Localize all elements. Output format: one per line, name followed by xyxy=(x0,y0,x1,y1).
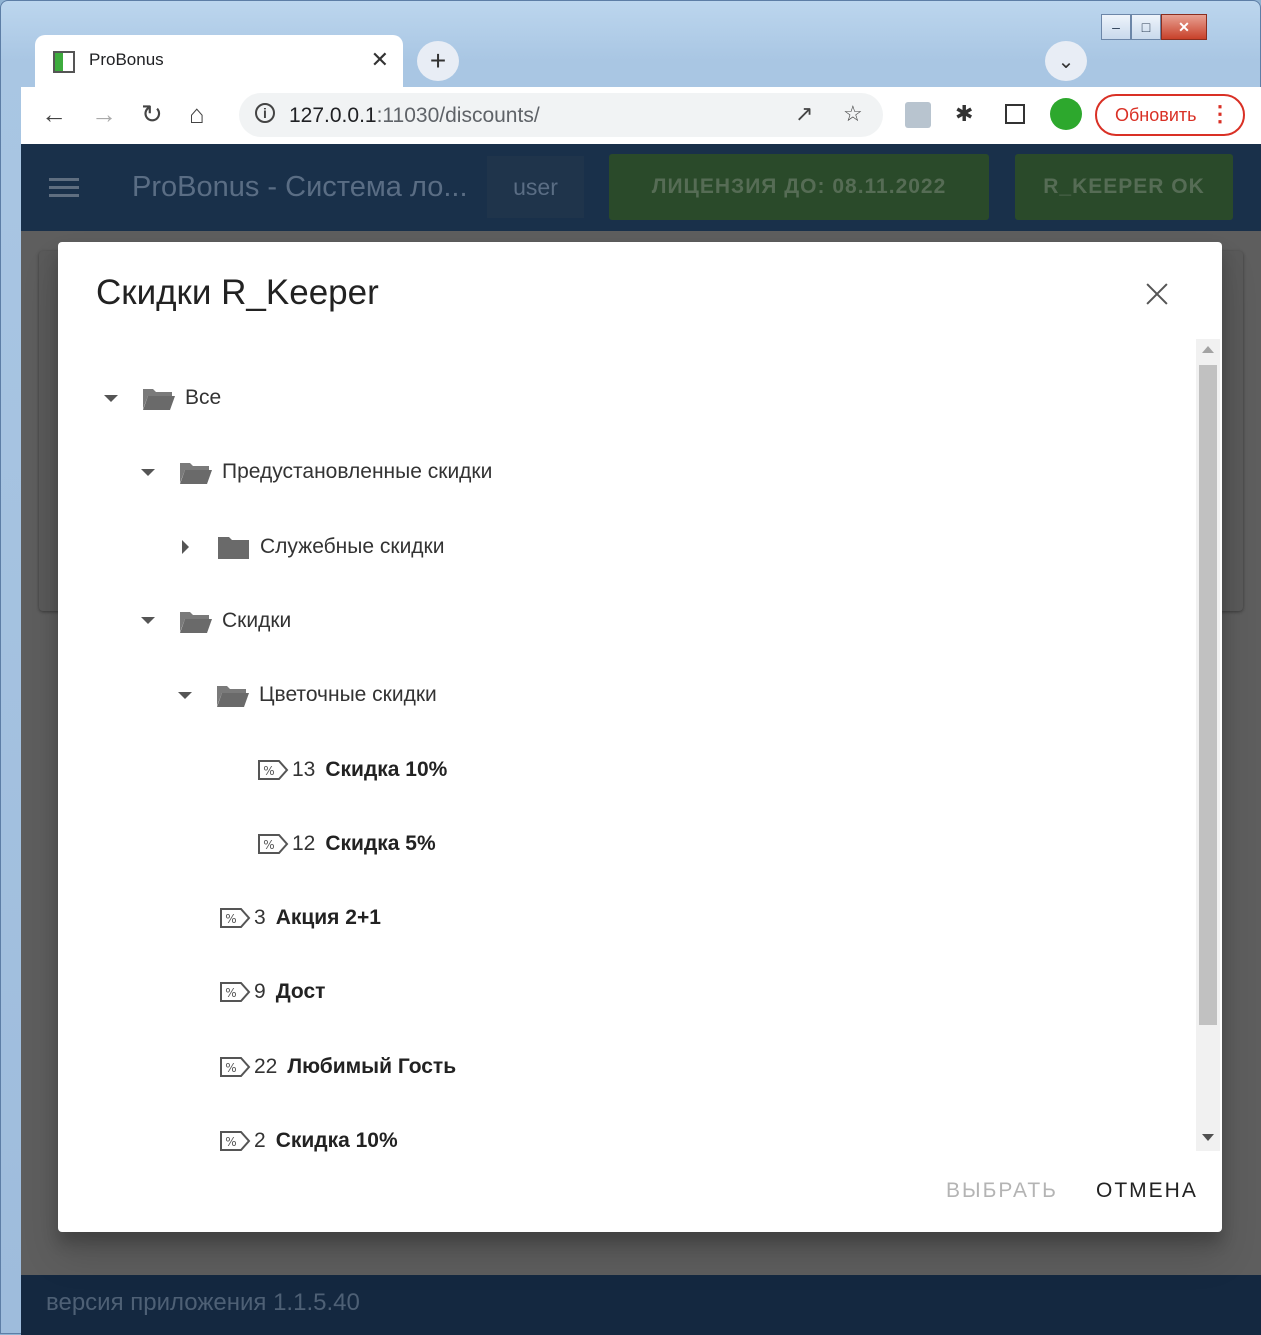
scrollbar-thumb[interactable] xyxy=(1199,365,1217,1025)
discount-code: 3 xyxy=(254,906,266,930)
caret-down-icon[interactable] xyxy=(104,394,118,402)
tree-discount[interactable]: % 9 Дост xyxy=(219,972,325,1012)
discount-code: 13 xyxy=(292,757,316,781)
folder-open-icon xyxy=(142,385,175,411)
address-bar[interactable]: i 127.0.0.1:11030/discounts/ ↗ ☆ xyxy=(239,93,883,137)
tree-discount[interactable]: % 3 Акция 2+1 xyxy=(219,898,381,938)
tree-folder[interactable]: Все xyxy=(104,378,221,418)
app-footer: версия приложения 1.1.5.40 xyxy=(21,1275,1261,1335)
discount-code: 12 xyxy=(292,831,316,855)
window-close-button[interactable]: ✕ xyxy=(1161,14,1207,40)
profile-extension-icon[interactable] xyxy=(905,102,931,128)
svg-text:%: % xyxy=(225,912,236,926)
discount-icon: % xyxy=(219,980,251,1004)
discount-name: Акция 2+1 xyxy=(275,906,381,930)
tree-discount[interactable]: % 22 Любимый Гость xyxy=(219,1047,456,1087)
svg-text:%: % xyxy=(225,1061,236,1075)
caret-down-icon[interactable] xyxy=(141,617,155,625)
discount-code: 22 xyxy=(254,1054,278,1078)
bookmark-star-icon[interactable]: ☆ xyxy=(843,101,863,127)
maximize-button[interactable]: □ xyxy=(1131,14,1161,40)
discounts-dialog: Скидки R_Keeper Все Предустановленные ски… xyxy=(58,242,1222,1232)
svg-text:%: % xyxy=(225,986,236,1000)
new-tab-button[interactable]: + xyxy=(417,41,459,81)
tree-folder[interactable]: Цветочные скидки xyxy=(178,675,437,715)
svg-text:%: % xyxy=(263,838,274,852)
tab-title: ProBonus xyxy=(89,50,164,69)
browser-window: – □ ✕ ProBonus ✕ + ⌄ ← → ↻ ⌂ i 127.0.0.1… xyxy=(0,0,1261,1335)
caret-down-icon[interactable] xyxy=(178,691,192,699)
discount-name: Скидка 10% xyxy=(275,1129,398,1152)
folder-label: Цветочные скидки xyxy=(259,683,437,707)
caret-down-icon[interactable] xyxy=(141,468,155,476)
back-icon[interactable]: ← xyxy=(41,99,67,129)
discount-name: Скидка 10% xyxy=(325,757,448,781)
discount-icon: % xyxy=(257,758,289,782)
app-bar: ProBonus - Система ло... user ЛИЦЕНЗИЯ Д… xyxy=(21,144,1261,231)
forward-icon[interactable]: → xyxy=(91,99,117,129)
app-title: ProBonus - Система ло... xyxy=(132,171,468,203)
discount-code: 2 xyxy=(254,1129,266,1152)
caret-right-icon[interactable] xyxy=(182,539,189,554)
update-label: Обновить xyxy=(1115,105,1197,125)
site-info-icon[interactable]: i xyxy=(255,103,275,123)
share-icon[interactable]: ↗ xyxy=(795,101,813,127)
discount-icon: % xyxy=(257,832,289,856)
discount-name: Любимый Гость xyxy=(287,1054,457,1078)
svg-text:%: % xyxy=(225,1135,236,1149)
url-text: 127.0.0.1:11030/discounts/ xyxy=(289,104,540,128)
browser-tab[interactable]: ProBonus ✕ xyxy=(35,35,403,87)
rkeeper-status-badge[interactable]: R_KEEPER OK xyxy=(1015,154,1233,220)
favicon-icon xyxy=(53,51,75,73)
discount-code: 9 xyxy=(254,980,266,1004)
kebab-menu-icon: ⋮ xyxy=(1209,101,1231,126)
discount-icon: % xyxy=(219,906,251,930)
url-path: :11030/discounts/ xyxy=(376,104,540,127)
license-badge[interactable]: ЛИЦЕНЗИЯ ДО: 08.11.2022 xyxy=(609,154,989,220)
discount-name: Дост xyxy=(275,980,326,1004)
tree-discount[interactable]: % 12 Скидка 5% xyxy=(257,824,436,864)
folder-label: Служебные скидки xyxy=(260,534,445,558)
home-icon[interactable]: ⌂ xyxy=(189,99,205,129)
menu-icon[interactable] xyxy=(49,178,79,202)
folder-open-icon xyxy=(179,608,212,634)
reload-icon[interactable]: ↻ xyxy=(141,99,163,129)
cancel-button[interactable]: ОТМЕНА xyxy=(1096,1179,1198,1203)
tree-folder[interactable]: Скидки xyxy=(141,601,291,641)
select-button[interactable]: ВЫБРАТЬ xyxy=(946,1179,1058,1203)
window-controls: – □ ✕ xyxy=(1101,14,1207,44)
extensions-puzzle-icon[interactable]: ✱ xyxy=(955,101,973,127)
close-icon[interactable] xyxy=(1141,278,1173,310)
scroll-up-icon[interactable] xyxy=(1202,346,1214,353)
folder-label: Предустановленные скидки xyxy=(222,460,493,484)
svg-text:%: % xyxy=(263,764,274,778)
tree-folder[interactable]: Предустановленные скидки xyxy=(141,452,492,492)
tab-close-icon[interactable]: ✕ xyxy=(371,47,389,73)
tab-search-button[interactable]: ⌄ xyxy=(1045,41,1087,81)
discount-name: Скидка 5% xyxy=(325,831,436,855)
discount-icon: % xyxy=(219,1055,251,1079)
dialog-title: Скидки R_Keeper xyxy=(96,273,379,312)
folder-label: Скидки xyxy=(222,608,292,632)
folder-open-icon xyxy=(216,682,249,708)
tree-discount[interactable]: % 13 Скидка 10% xyxy=(257,750,447,790)
browser-toolbar: ← → ↻ ⌂ i 127.0.0.1:11030/discounts/ ↗ ☆… xyxy=(21,87,1261,144)
side-panel-icon[interactable] xyxy=(1005,104,1025,124)
app-version: версия приложения 1.1.5.40 xyxy=(46,1289,360,1316)
user-chip[interactable]: user xyxy=(487,156,584,218)
rkeeper-extension-icon[interactable] xyxy=(1050,98,1082,130)
url-host: 127.0.0.1 xyxy=(289,104,377,127)
folder-label: Все xyxy=(185,386,222,409)
folder-open-icon xyxy=(179,459,212,485)
tree-folder[interactable]: Служебные скидки xyxy=(178,527,444,567)
folder-icon xyxy=(217,534,250,560)
tree-discount[interactable]: % 2 Скидка 10% xyxy=(219,1121,398,1161)
scroll-down-icon[interactable] xyxy=(1202,1134,1214,1141)
minimize-button[interactable]: – xyxy=(1101,14,1131,40)
discount-icon: % xyxy=(219,1129,251,1153)
update-button[interactable]: Обновить ⋮ xyxy=(1095,94,1245,136)
